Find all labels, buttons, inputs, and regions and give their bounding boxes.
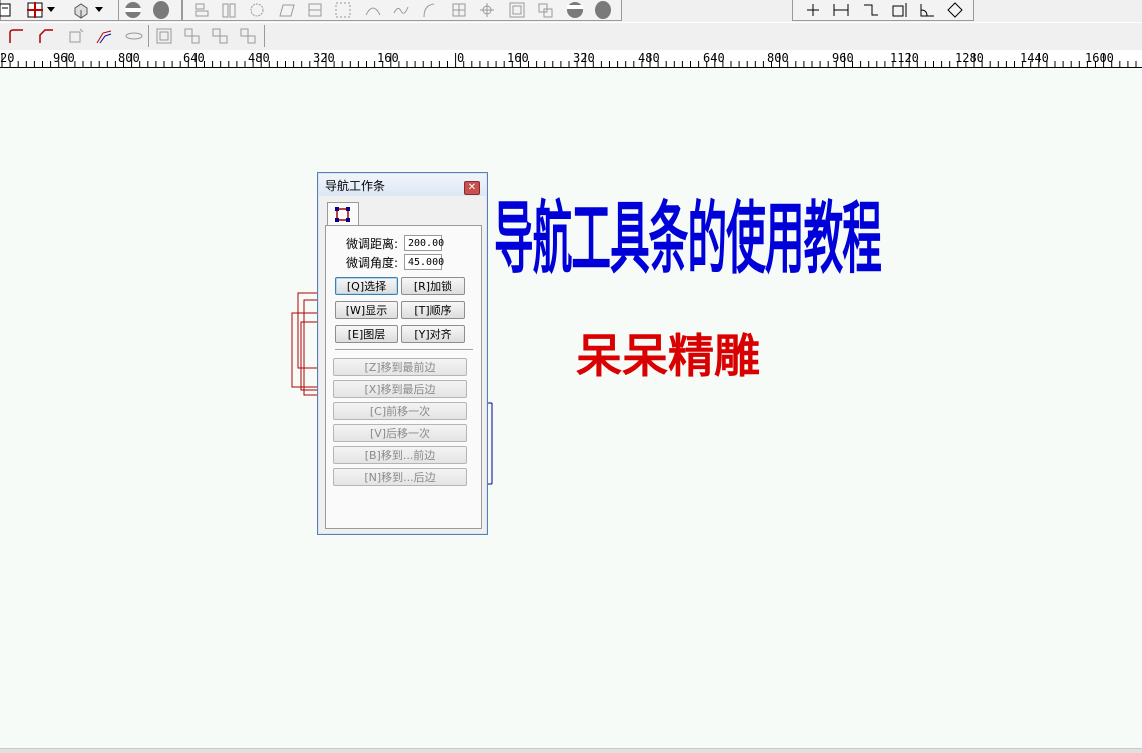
move-forward-one-button[interactable]: [C]前移一次 xyxy=(333,402,467,420)
fine-distance-input[interactable]: 200.00 xyxy=(404,235,444,251)
fine-angle-input[interactable]: 45.000 xyxy=(404,254,444,270)
select-button[interactable]: [Q]选择 xyxy=(335,277,398,295)
lock-button[interactable]: [R]加锁 xyxy=(401,277,465,295)
show-button[interactable]: [W]显示 xyxy=(335,301,398,319)
canvas-subtitle-text[interactable]: 呆呆精雕 xyxy=(576,331,760,381)
panel-title: 导航工作条 xyxy=(325,179,386,193)
move-backward-one-button[interactable]: [V]后移一次 xyxy=(333,424,467,442)
move-to-front-button[interactable]: [Z]移到最前边 xyxy=(333,358,467,376)
navigation-panel: 导航工作条 ✕ 微调距离: 200.00 微调角度: 45.000 [Q]选择 … xyxy=(317,172,488,535)
canvas-shapes xyxy=(291,292,493,485)
move-to-back-button[interactable]: [X]移到最后边 xyxy=(333,380,467,398)
bottom-border xyxy=(0,748,1142,753)
fine-angle-label: 微调角度: xyxy=(346,256,399,270)
panel-titlebar[interactable]: 导航工作条 ✕ xyxy=(319,174,486,196)
order-button[interactable]: [T]顺序 xyxy=(401,301,465,319)
select-node-icon xyxy=(335,207,350,222)
align-button[interactable]: [Y]对齐 xyxy=(401,325,465,343)
tab-select-node[interactable] xyxy=(327,202,359,227)
panel-separator xyxy=(335,349,473,351)
fine-distance-label: 微调距离: xyxy=(346,237,399,251)
close-icon[interactable]: ✕ xyxy=(464,181,480,195)
layer-button[interactable]: [E]图层 xyxy=(335,325,398,343)
move-after-button[interactable]: [N]移到...后边 xyxy=(333,468,467,486)
panel-body: 微调距离: 200.00 微调角度: 45.000 [Q]选择 [R]加锁 [W… xyxy=(325,225,482,529)
move-before-button[interactable]: [B]移到...前边 xyxy=(333,446,467,464)
